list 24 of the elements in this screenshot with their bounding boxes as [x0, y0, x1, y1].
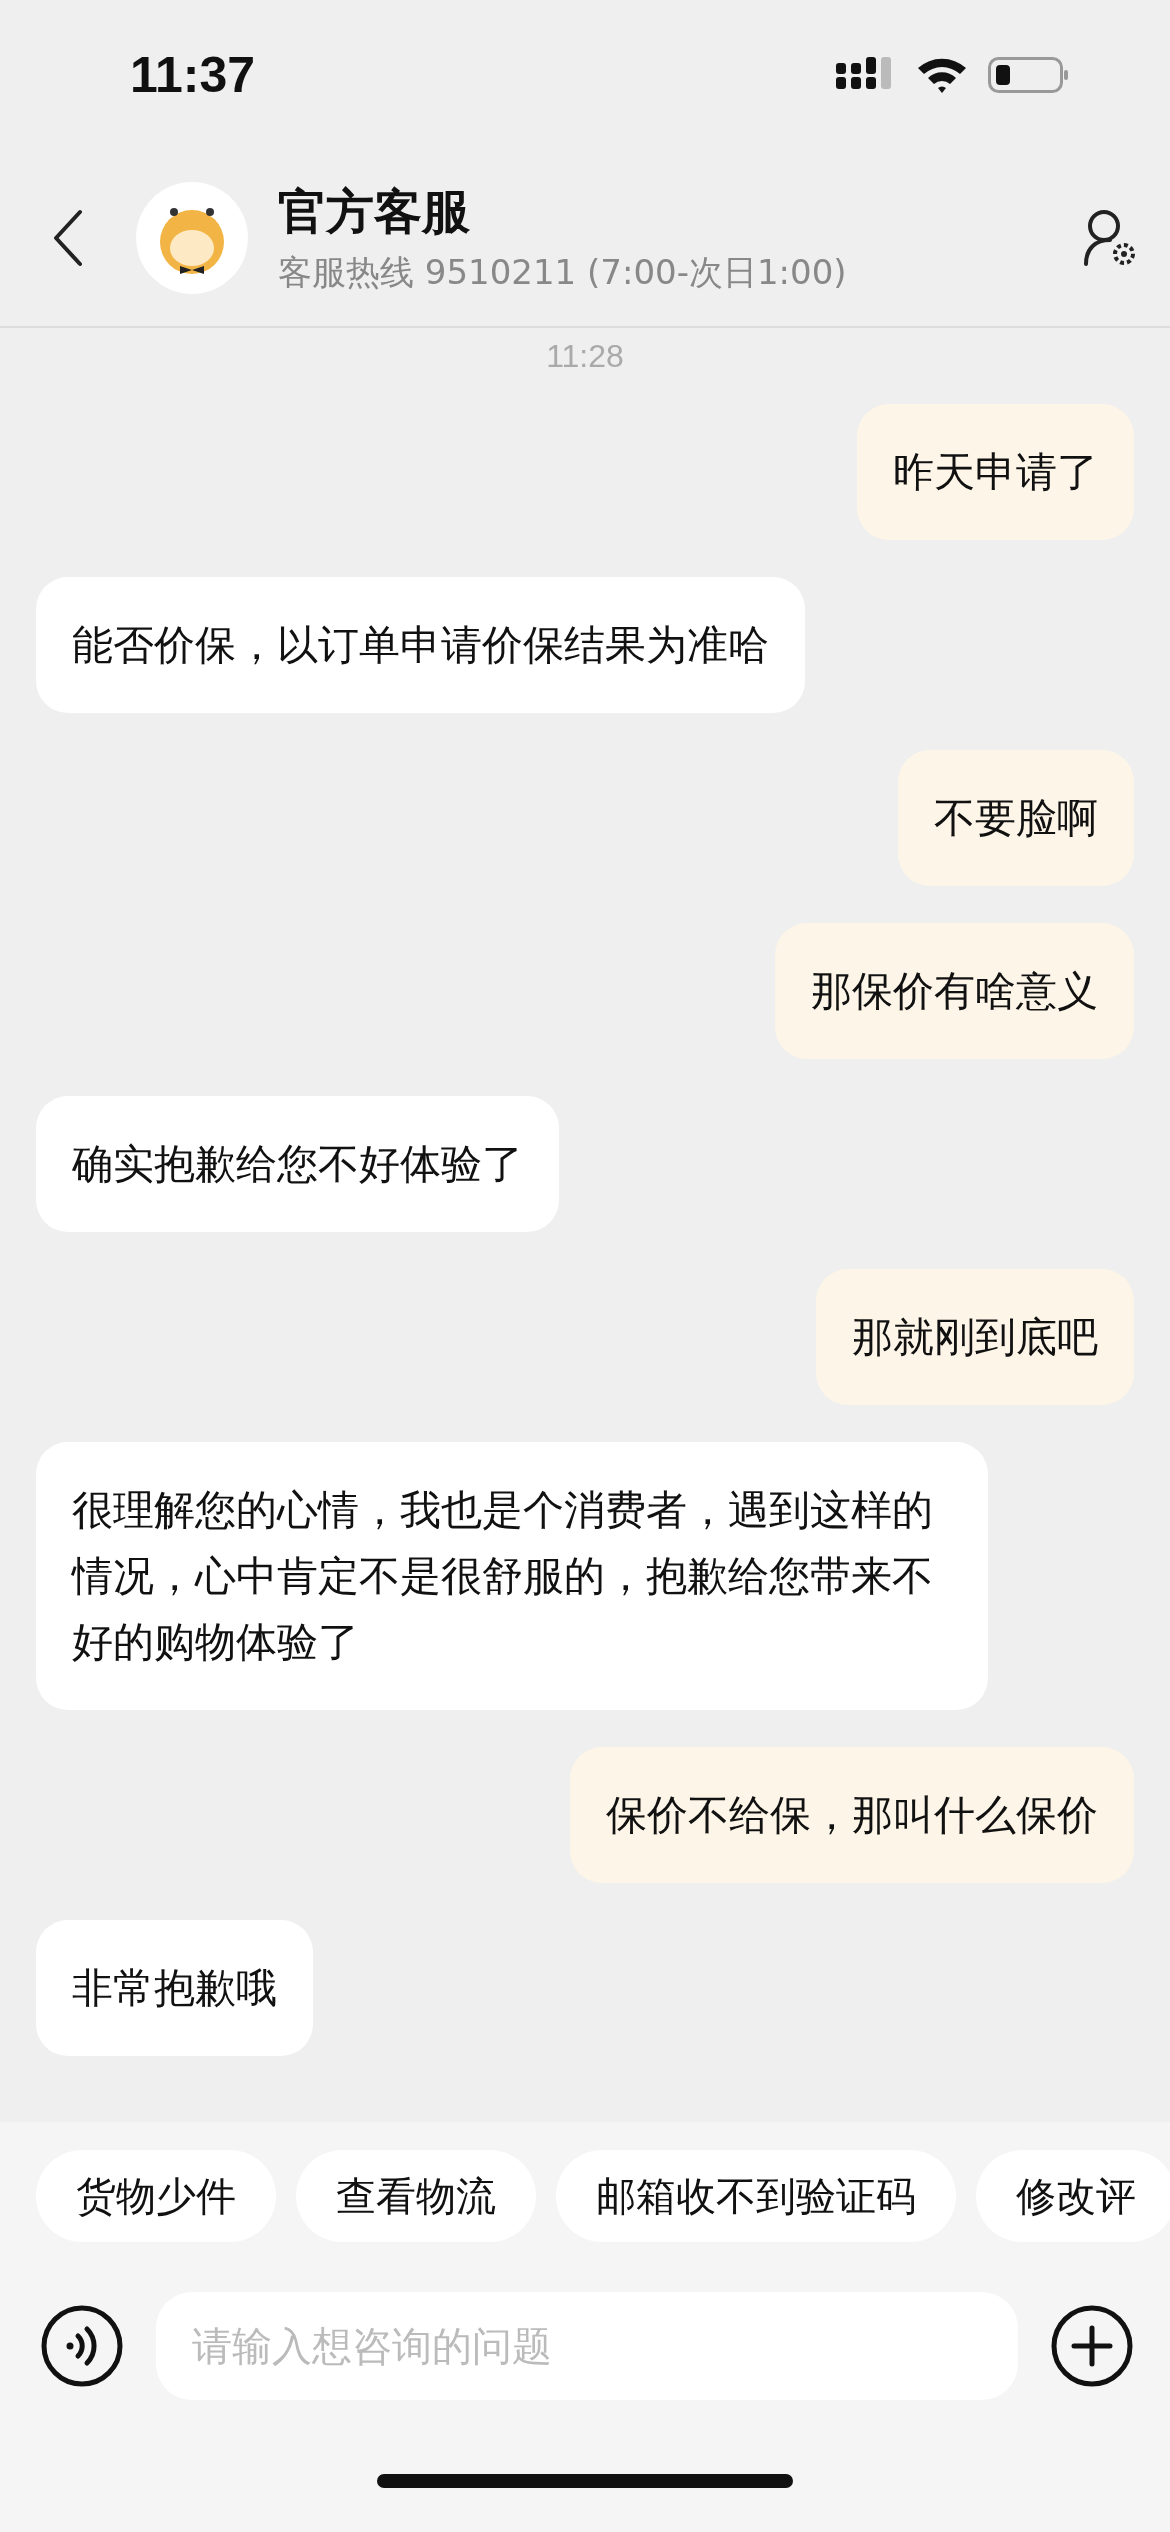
- message-bubble: 那保价有啥意义: [775, 923, 1134, 1059]
- timestamp: 11:28: [545, 338, 625, 375]
- quick-reply-chip[interactable]: 货物少件: [36, 2150, 276, 2242]
- message-bubble: 昨天申请了: [857, 404, 1134, 540]
- wifi-icon: [916, 56, 968, 94]
- quick-reply-chip[interactable]: 查看物流: [296, 2150, 536, 2242]
- message-bubble: 非常抱歉哦: [36, 1920, 313, 2056]
- status-time: 11:37: [130, 46, 256, 104]
- user-settings-icon[interactable]: [1082, 208, 1138, 268]
- add-icon[interactable]: [1050, 2304, 1134, 2388]
- message-input[interactable]: 请输入想咨询的问题: [156, 2292, 1018, 2400]
- message-bubble: 不要脸啊: [898, 750, 1134, 886]
- message-bubble: 那就刚到底吧: [816, 1269, 1134, 1405]
- hotline-text: 客服热线 9510211 (7:00-次日1:00): [278, 251, 848, 294]
- message-bubble: 保价不给保，那叫什么保价: [570, 1747, 1134, 1883]
- quick-reply-chip[interactable]: 修改评: [976, 2150, 1170, 2242]
- voice-icon[interactable]: [40, 2304, 124, 2388]
- battery-icon: [988, 55, 1070, 95]
- quick-reply-chip[interactable]: 邮箱收不到验证码: [556, 2150, 956, 2242]
- message-bubble: 能否价保，以订单申请价保结果为准哈: [36, 577, 805, 713]
- message-bubble: 确实抱歉给您不好体验了: [36, 1096, 559, 1232]
- message-bubble: 很理解您的心情，我也是个消费者，遇到这样的情况，心中肯定不是很舒服的，抱歉给您带来不好的购物体验了: [36, 1442, 988, 1710]
- avatar-icon: [136, 182, 248, 294]
- chat-title: 官方客服: [278, 182, 471, 241]
